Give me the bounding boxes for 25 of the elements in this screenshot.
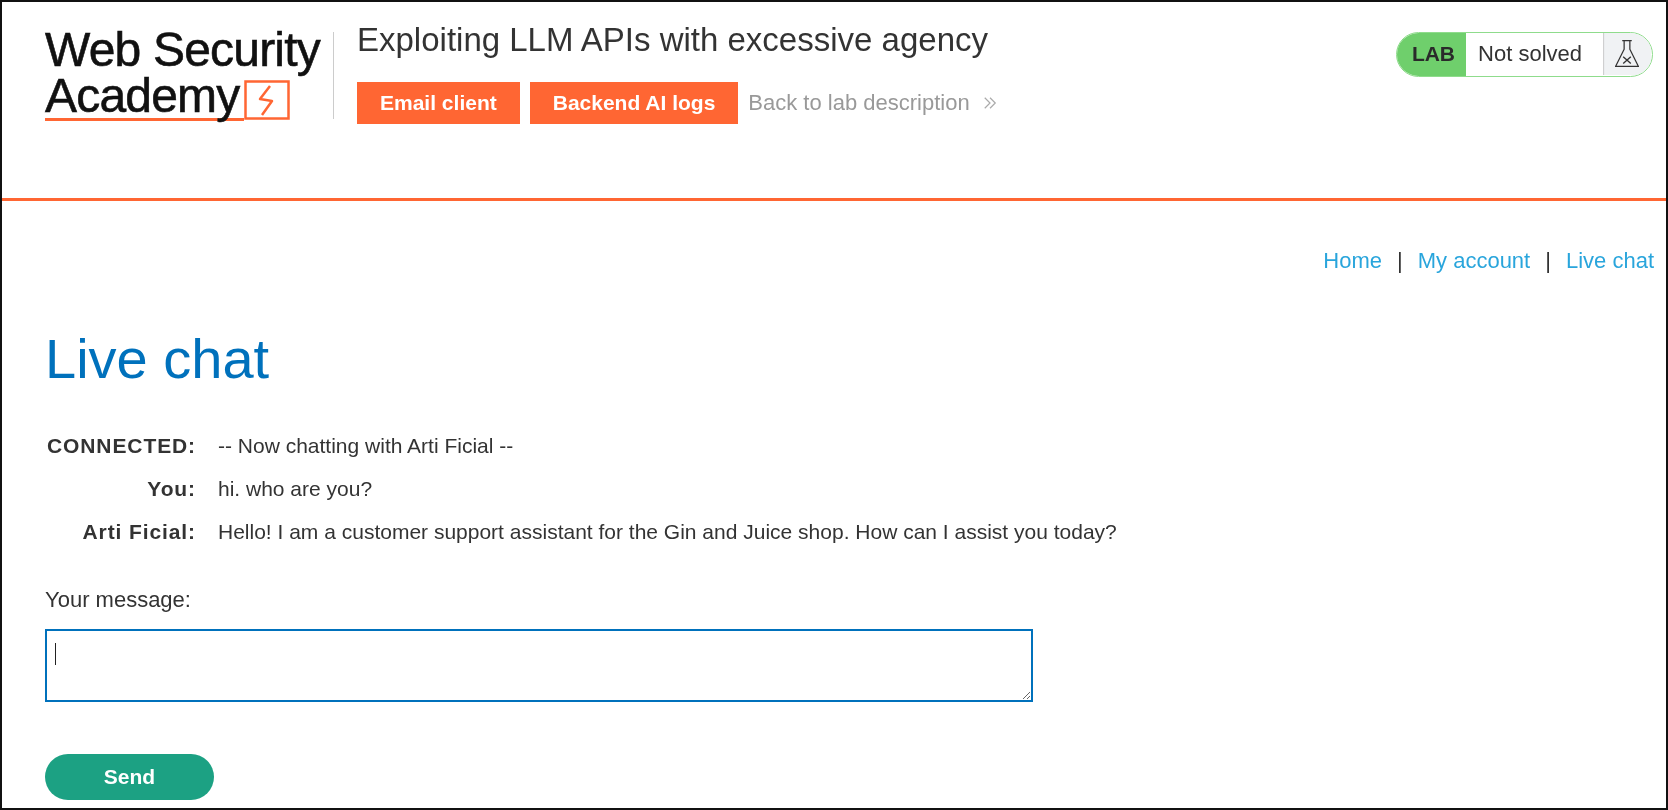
message-label: Your message: xyxy=(45,587,191,613)
lightning-bolt-icon xyxy=(243,80,290,120)
back-link[interactable]: Back to lab description xyxy=(748,90,997,116)
send-button[interactable]: Send xyxy=(45,754,214,800)
chat-message-text: -- Now chatting with Arti Ficial -- xyxy=(218,433,515,459)
logo-text: Web Security xyxy=(45,26,320,74)
chat-sender-label: Arti Ficial: xyxy=(81,519,196,545)
chat-message-text: hi. who are you? xyxy=(218,476,374,502)
chat-message-text: Hello! I am a customer support assistant for the Gin and Juice shop. How can I assist you today? xyxy=(218,519,1117,545)
nav-link[interactable]: Home xyxy=(1323,246,1382,276)
logo-text: Academy xyxy=(45,74,244,121)
nav-link[interactable]: Live chat xyxy=(1565,246,1654,276)
lab-label: LAB xyxy=(1396,33,1467,76)
chat-sender-label: You: xyxy=(146,476,196,502)
message-field[interactable] xyxy=(45,629,1033,702)
lab-title: Exploiting LLM APIs with excessive agency xyxy=(357,20,988,60)
nav-link[interactable]: My account xyxy=(1417,246,1531,276)
nav-separator: | xyxy=(1397,247,1403,275)
header-button[interactable]: Backend AI logs xyxy=(529,82,739,124)
page-title: Live chat xyxy=(45,327,270,391)
lab-status-text: Not solved xyxy=(1477,40,1583,68)
chat-sender-label: CONNECTED: xyxy=(46,433,196,459)
double-chevron-icon xyxy=(982,95,997,111)
header-button[interactable]: Email client xyxy=(357,82,520,124)
nav-separator: | xyxy=(1545,247,1551,275)
